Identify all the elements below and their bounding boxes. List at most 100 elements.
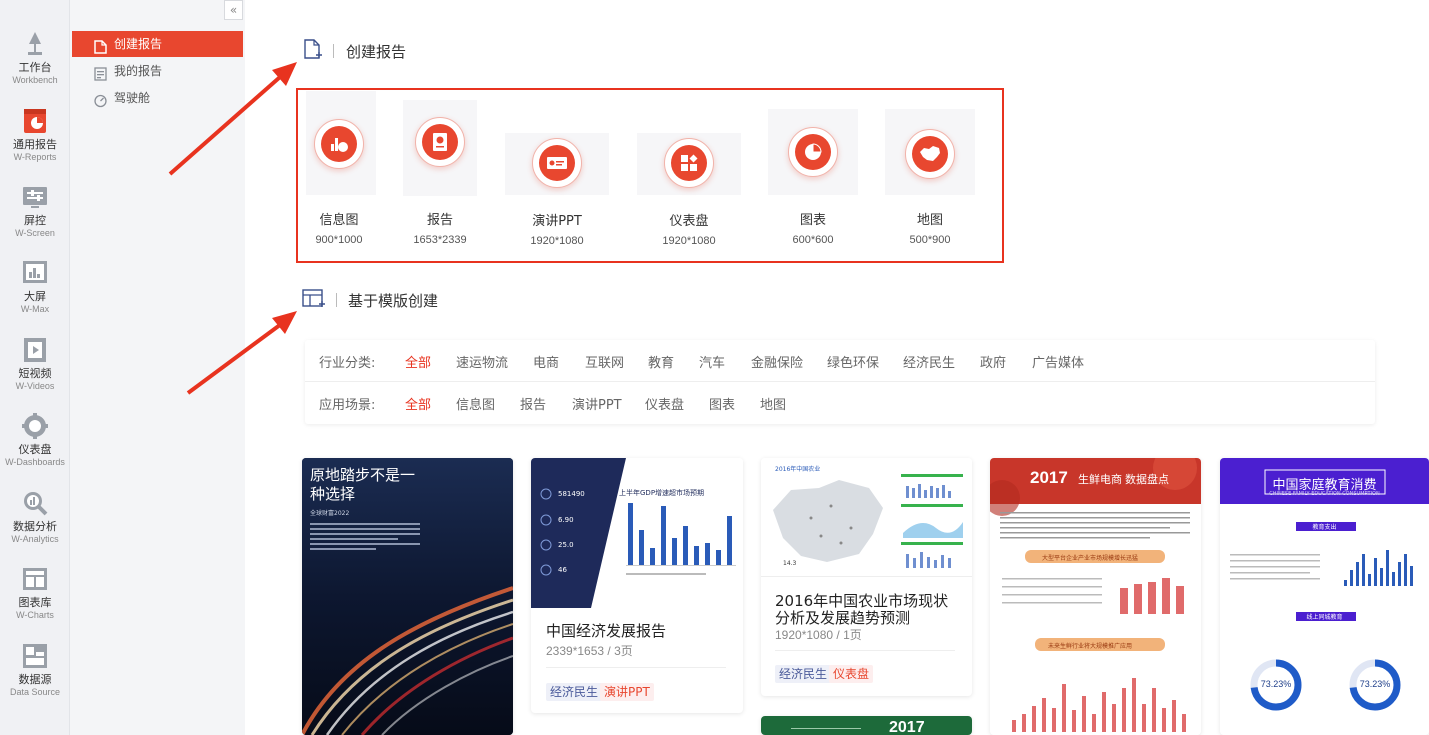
submenu-label: 创建报告: [114, 37, 163, 51]
new-report-icon: [94, 37, 107, 54]
rail-label-cn: 短视频: [18, 367, 52, 380]
industry-option[interactable]: 电商: [533, 352, 559, 371]
template-2-stat-2: 6.90: [558, 516, 574, 524]
template-6-rule: [791, 728, 861, 729]
bigscreen-icon: [21, 259, 49, 287]
template-3-tag-scene[interactable]: 仪表盘: [829, 665, 874, 683]
template-2-stat-4: 46: [558, 566, 567, 574]
template-2-title: 中国经济发展报告: [546, 622, 667, 640]
title-separator: [333, 44, 334, 58]
industry-filter-label: 行业分类:: [319, 356, 376, 371]
rail-label-cn: 屏控: [24, 214, 46, 227]
rail-item-reports[interactable]: 通用报告 W-Reports: [0, 107, 70, 163]
rail-item-data-source[interactable]: 数据源 Data Source: [0, 642, 70, 698]
scene-option[interactable]: 仪表盘: [645, 394, 684, 413]
template-2-tag-scene[interactable]: 演讲PPT: [600, 683, 654, 701]
infographic-circle: [314, 119, 364, 169]
template-3-number: 14.3: [783, 560, 797, 567]
agriculture-preview: [761, 458, 972, 576]
rail-item-analytics[interactable]: 数据分析 W-Analytics: [0, 489, 70, 545]
rail-label-cn: 数据分析: [13, 520, 57, 533]
create-card-label: 报告: [426, 213, 453, 228]
template-card-night-highway[interactable]: 原地踏步不是一种选择 全球财富2022: [302, 458, 513, 735]
chart-library-icon: [21, 565, 49, 593]
template-card-green[interactable]: 2017: [761, 716, 972, 735]
rail-label-cn: 大屏: [24, 290, 46, 303]
industry-option[interactable]: 教育: [648, 352, 674, 371]
rail-item-dashboards[interactable]: 仪表盘 W-Dashboards: [0, 412, 70, 468]
scene-option[interactable]: 报告: [520, 394, 546, 413]
scene-option[interactable]: 信息图: [456, 394, 495, 413]
industry-option[interactable]: 经济民生: [903, 352, 955, 371]
report-icon: [422, 124, 458, 160]
education-preview: [1220, 458, 1429, 735]
create-card-label: 地图: [916, 213, 943, 228]
industry-option[interactable]: 互联网: [585, 352, 624, 371]
my-report-icon: [94, 64, 107, 81]
china-map-icon: [912, 136, 948, 172]
rail-label-cn: 数据源: [18, 673, 52, 686]
industry-option[interactable]: 金融保险: [751, 352, 803, 371]
rail-item-screen[interactable]: 屏控 W-Screen: [0, 183, 70, 239]
submenu-item-create-report[interactable]: 创建报告: [72, 31, 243, 57]
scene-option-all[interactable]: 全部: [405, 394, 431, 413]
template-4-band-1: 大型平台企业产业市场规模增长迅猛: [1042, 555, 1139, 562]
rail-item-bigscreen[interactable]: 大屏 W-Max: [0, 259, 70, 315]
template-card-agriculture[interactable]: 2016年中国农业 14.3 2016年中国农业市场现状分析及发展趋势预测 19…: [761, 458, 972, 696]
create-card-size: 1920*1080: [662, 235, 716, 247]
rail-label-en: W-Analytics: [11, 534, 59, 544]
industry-option[interactable]: 速运物流: [456, 352, 508, 371]
rail-label-en: W-Max: [20, 304, 50, 314]
screen-control-icon: [21, 183, 49, 211]
industry-option[interactable]: 广告媒体: [1032, 352, 1084, 371]
template-4-year: 2017: [1030, 468, 1068, 487]
collapse-sidebar-button[interactable]: «: [224, 0, 243, 20]
economy-report-preview: [531, 458, 743, 608]
template-4-heading: 生鲜电商: [1078, 473, 1122, 486]
annotation-arrow-template: [186, 311, 297, 395]
industry-option-all[interactable]: 全部: [405, 352, 431, 371]
template-2-stat-3: 25.0: [558, 541, 574, 549]
rail-label-en: W-Dashboards: [5, 457, 65, 467]
template-3-divider: [775, 650, 955, 651]
submenu-label: 驾驶舱: [114, 91, 151, 105]
lamp-icon: [21, 30, 49, 58]
annotation-arrow-create: [168, 62, 297, 176]
industry-option[interactable]: 绿色环保: [827, 352, 879, 371]
rail-item-workbench[interactable]: 工作台 Workbench: [0, 30, 70, 86]
scene-option[interactable]: 地图: [760, 394, 786, 413]
create-card-label: 图表: [799, 213, 826, 228]
pie-chart-icon: [795, 134, 831, 170]
filter-panel: 行业分类: 全部 速运物流 电商 互联网 教育 汽车 金融保险 绿色环保 经济民…: [305, 340, 1375, 424]
industry-option[interactable]: 汽车: [699, 352, 725, 371]
presentation-icon: [539, 145, 575, 181]
template-5-band-2: 线上同城教育: [1306, 614, 1343, 621]
create-card-label: 演讲PPT: [532, 214, 582, 229]
template-3-preview-divider: [761, 576, 972, 577]
template-4-band-2: 未来生鲜行业将大规模推广应用: [1048, 643, 1133, 650]
template-5-subtitle: CHINESE FAMILY EDUCATION CONSUMPTION: [1269, 491, 1380, 497]
create-card-label: 仪表盘: [669, 214, 709, 229]
rail-label-en: W-Reports: [13, 152, 57, 162]
rail-item-charts[interactable]: 图表库 W-Charts: [0, 565, 70, 621]
template-1-subtitle: 全球财富2022: [310, 510, 350, 517]
rail-item-videos[interactable]: 短视频 W-Videos: [0, 336, 70, 392]
scene-filter-row: 应用场景: 全部 信息图 报告 演讲PPT 仪表盘 图表 地图: [305, 382, 1375, 424]
data-source-icon: [21, 642, 49, 670]
template-2-stat-1: 581490: [558, 490, 585, 498]
scene-option[interactable]: 演讲PPT: [572, 394, 622, 413]
dashboard-gear-icon: [21, 412, 49, 440]
industry-option[interactable]: 政府: [980, 352, 1006, 371]
create-card-size: 500*900: [909, 234, 951, 246]
rail-label-en: W-Videos: [15, 381, 55, 391]
fresh-ecommerce-preview: [990, 458, 1201, 735]
template-card-education[interactable]: 中国家庭教育消费 CHINESE FAMILY EDUCATION CONSUM…: [1220, 458, 1429, 735]
template-2-tag-industry[interactable]: 经济民生: [546, 683, 603, 701]
template-3-tag-industry[interactable]: 经济民生: [775, 665, 832, 683]
template-card-economy-report[interactable]: 上半年GDP增速超市场预期 581490 6.90 25.0 46 中国经济发展…: [531, 458, 743, 713]
scene-filter-label: 应用场景:: [319, 398, 376, 413]
submenu-label: 我的报告: [114, 64, 163, 78]
template-card-fresh-ecommerce[interactable]: 2017 生鲜电商 数据盘点 大型平台企业产业市场规模增长迅猛 未来生鲜行业将大…: [990, 458, 1201, 735]
scene-option[interactable]: 图表: [709, 394, 735, 413]
template-2-chart-heading: 上半年GDP增速超市场预期: [619, 489, 705, 497]
